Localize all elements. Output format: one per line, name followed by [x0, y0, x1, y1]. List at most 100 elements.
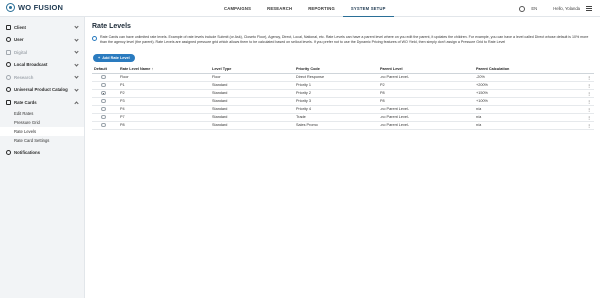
nav-research[interactable]: RESEARCH	[259, 0, 300, 17]
table-row[interactable]: Floor Floor Direct Response -no Parent Leve…	[92, 73, 594, 82]
table-row[interactable]: P7 Standard Trade -no Parent Level-n/a ⋮	[92, 113, 594, 122]
type-cell: Standard	[210, 97, 294, 106]
rate-levels-table: Default Rate Level Name ↑ Level Type Pri…	[92, 65, 594, 130]
type-cell: Floor	[210, 73, 294, 82]
nav-campaigns[interactable]: CAMPAIGNS	[216, 0, 259, 17]
parent-cell: P8	[378, 89, 474, 98]
catalog-icon	[6, 87, 11, 93]
logo-text: WO FUSION	[18, 3, 64, 12]
type-cell: Standard	[210, 89, 294, 98]
top-nav: CAMPAIGNS RESEARCH REPORTING SYSTEM SETU…	[216, 0, 394, 17]
app-logo[interactable]: WO FUSION	[6, 3, 63, 12]
name-cell: P1	[118, 81, 210, 90]
chevron-down-icon	[74, 36, 79, 42]
priority-cell: Priority 3	[294, 97, 378, 106]
sidebar-item-local-broadcast[interactable]: Local Broadcast	[0, 59, 84, 72]
sidebar-item-user[interactable]: User	[0, 34, 84, 47]
kebab-icon[interactable]: ⋮	[584, 121, 594, 130]
chevron-down-icon	[74, 86, 79, 92]
column-header-name[interactable]: Rate Level Name ↑	[118, 65, 210, 74]
sidebar-subitem-rate-card-settings[interactable]: Rate Card Settings	[0, 136, 84, 145]
plus-icon: +	[98, 56, 101, 60]
default-cell	[92, 97, 118, 106]
sidebar-subitem-edit-rates[interactable]: Edit Rates	[0, 109, 84, 118]
top-right-controls: EN Hello, Yolanda	[519, 0, 592, 17]
table-row[interactable]: P4 Standard Priority 4 -no Parent Level-n/a…	[92, 105, 594, 114]
sidebar: Client User Digital Local Broadcast Rese…	[0, 17, 85, 298]
sidebar-item-digital[interactable]: Digital	[0, 46, 84, 59]
default-cell	[92, 89, 118, 98]
sidebar-subitem-pressure-grid[interactable]: Pressure Grid	[0, 118, 84, 127]
default-radio[interactable]	[101, 82, 106, 88]
user-greeting[interactable]: Hello, Yolanda	[553, 6, 580, 11]
nav-reporting[interactable]: REPORTING	[300, 0, 343, 17]
default-radio[interactable]	[101, 98, 106, 104]
default-radio[interactable]	[101, 114, 106, 120]
default-cell	[92, 113, 118, 122]
column-header-default[interactable]: Default	[92, 65, 118, 74]
bell-icon	[6, 150, 11, 156]
chevron-up-icon	[74, 100, 79, 106]
sidebar-item-universal-product-catalog[interactable]: Universal Product Catalog	[0, 84, 84, 97]
add-rate-level-label: Add Rate Level	[102, 56, 130, 60]
sidebar-item-rate-cards[interactable]: Rate Cards	[0, 96, 84, 109]
type-cell: Standard	[210, 113, 294, 122]
sidebar-subitem-rate-levels[interactable]: Rate Levels	[0, 126, 84, 136]
column-header-calc[interactable]: Parent Calculation	[474, 65, 584, 74]
add-rate-level-button[interactable]: + Add Rate Level	[93, 54, 135, 62]
user-icon	[6, 37, 11, 43]
default-radio[interactable]	[101, 106, 106, 112]
priority-cell: Priority 1	[294, 81, 378, 90]
sidebar-item-client[interactable]: Client	[0, 21, 84, 34]
calc-cell: +100%	[474, 97, 584, 106]
research-icon	[6, 74, 11, 80]
default-cell	[92, 105, 118, 114]
parent-cell: P8	[378, 97, 474, 106]
priority-cell: Priority 2	[294, 89, 378, 98]
calc-cell: n/a	[474, 105, 584, 114]
client-icon	[6, 24, 11, 30]
kebab-icon[interactable]: ⋮	[584, 81, 594, 90]
kebab-icon[interactable]: ⋮	[584, 105, 594, 114]
parent-cell: -no Parent Level-	[378, 121, 474, 130]
sidebar-item-research[interactable]: Research	[0, 71, 84, 84]
chevron-down-icon	[74, 24, 79, 29]
menu-icon[interactable]	[586, 6, 592, 11]
sidebar-item-label: Local Broadcast	[14, 62, 48, 68]
language-select[interactable]: EN	[531, 6, 537, 11]
calc-cell: +200%	[474, 81, 584, 90]
priority-cell: Direct Response	[294, 73, 378, 82]
sidebar-item-label: User	[14, 37, 24, 43]
column-header-type[interactable]: Level Type	[210, 65, 294, 74]
digital-icon	[6, 49, 11, 55]
globe-icon[interactable]	[519, 5, 526, 12]
sidebar-item-label: Client	[14, 24, 26, 30]
table-row[interactable]: P1 Standard Priority 1 P2 +200% ⋮	[92, 81, 594, 90]
column-header-priority[interactable]: Priority Code	[294, 65, 378, 74]
parent-cell: P2	[378, 81, 474, 90]
parent-cell: -no Parent Level-	[378, 105, 474, 114]
kebab-icon[interactable]: ⋮	[584, 97, 594, 106]
kebab-icon[interactable]: ⋮	[584, 73, 594, 82]
default-radio[interactable]	[101, 122, 106, 128]
kebab-icon[interactable]: ⋮	[584, 89, 594, 98]
sidebar-item-label: Notifications	[14, 150, 41, 156]
default-cell	[92, 121, 118, 130]
sidebar-item-label: Research	[14, 74, 34, 80]
sidebar-item-notifications[interactable]: Notifications	[0, 147, 84, 160]
rate-cards-icon	[6, 99, 11, 105]
name-cell: P2	[118, 89, 210, 98]
default-radio[interactable]	[101, 74, 106, 80]
kebab-icon[interactable]: ⋮	[584, 113, 594, 122]
name-cell: P4	[118, 105, 210, 114]
table-row[interactable]: P3 Standard Priority 3 P8 +100% ⋮	[92, 97, 594, 106]
main-content: Rate Levels Rate Cards can have unlimite…	[86, 17, 600, 298]
nav-system-setup[interactable]: SYSTEM SETUP	[342, 0, 394, 17]
column-header-parent[interactable]: Parent Level	[378, 65, 474, 74]
table-row[interactable]: P8 Standard Sales Promo -no Parent Level-n/…	[92, 121, 594, 130]
calc-cell: n/a	[474, 121, 584, 130]
table-row[interactable]: P2 Standard Priority 2 P8 +150% ⋮	[92, 89, 594, 98]
default-radio[interactable]	[101, 90, 106, 96]
logo-icon	[6, 3, 15, 12]
broadcast-icon	[6, 62, 11, 68]
